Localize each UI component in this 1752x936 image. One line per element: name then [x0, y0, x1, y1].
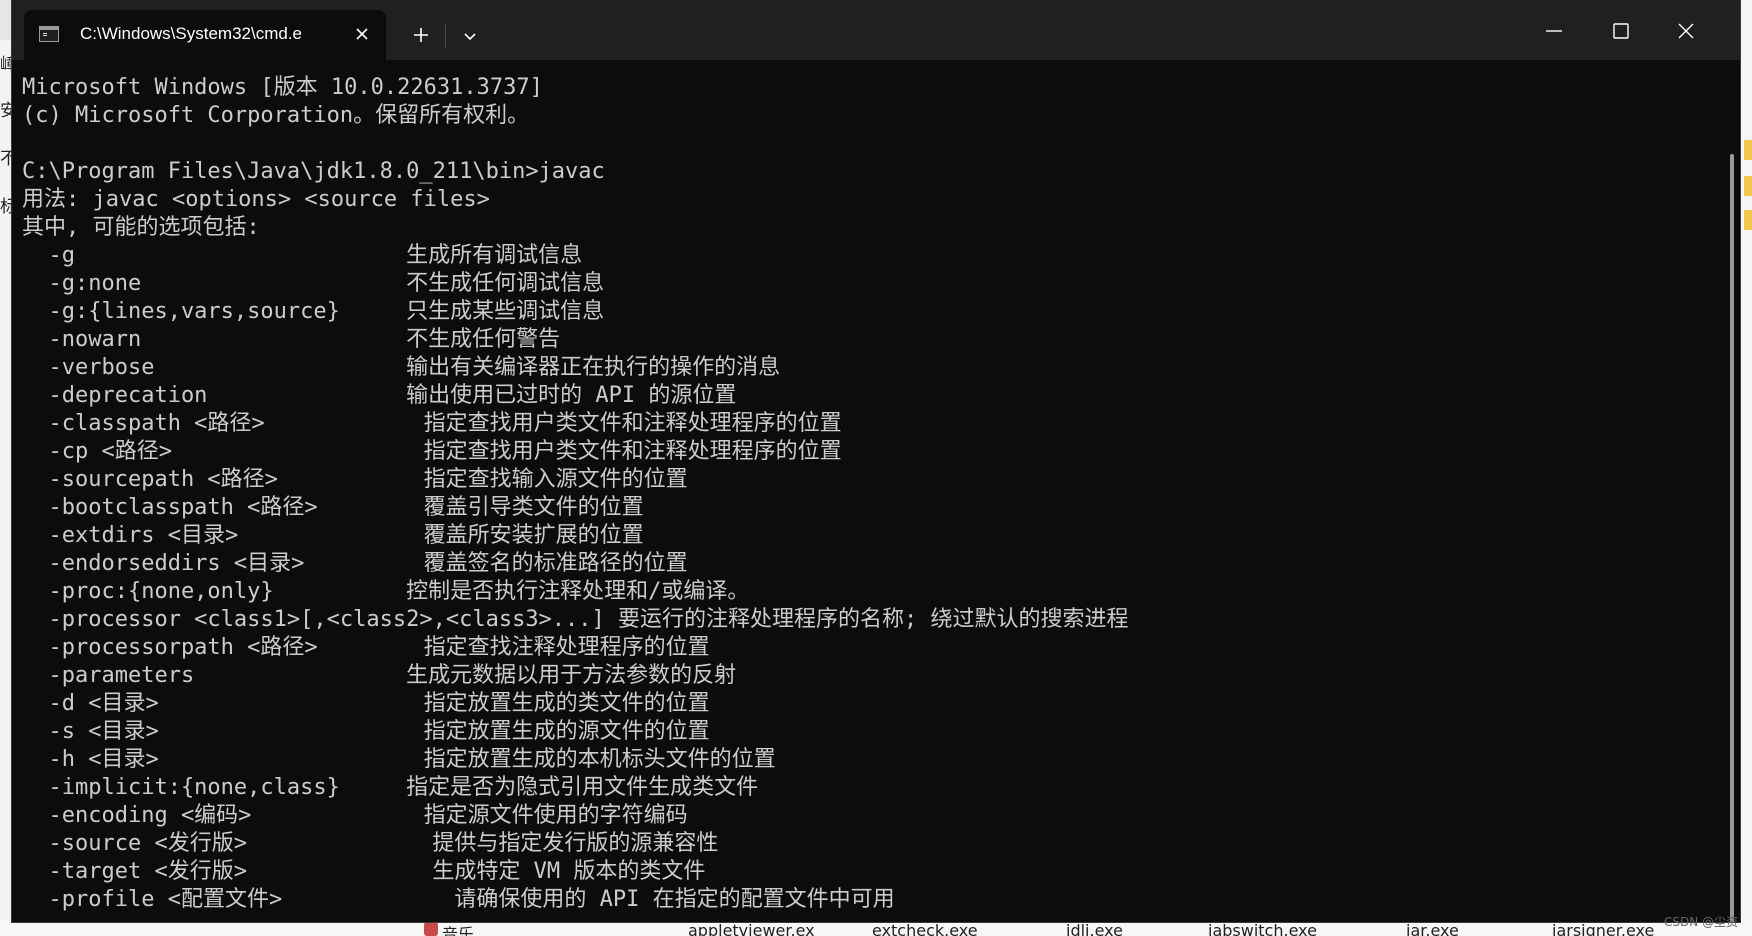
terminal-line: -g 生成所有调试信息: [22, 243, 583, 268]
file-item[interactable]: jarsigner.exe: [1552, 921, 1654, 936]
file-item[interactable]: jar.exe: [1406, 921, 1459, 936]
background-file-list: 音乐 appletviewer.ex extcheck.exe idlj.exe…: [0, 920, 1752, 936]
highlight-mark: [1744, 176, 1752, 196]
terminal-line: -implicit:{none,class} 指定是否为隐式引用文件生成类文件: [22, 775, 759, 800]
terminal-line: -h <目录> 指定放置生成的本机标头文件的位置: [22, 747, 776, 772]
maximize-icon: [1613, 23, 1629, 39]
tab-cmd[interactable]: C:\Windows\System32\cmd.e: [24, 10, 386, 60]
terminal-line: -g:{lines,vars,source} 只生成某些调试信息: [22, 299, 605, 324]
terminal-output[interactable]: Microsoft Windows [版本 10.0.22631.3737] (c…: [22, 74, 1712, 914]
tab-title: C:\Windows\System32\cmd.e: [80, 24, 303, 43]
minimize-button[interactable]: [1522, 8, 1586, 54]
terminal-line: -processor <class1>[,<class2>,<class3>..…: [22, 607, 1129, 632]
close-icon: [1678, 23, 1694, 39]
terminal-line: -g:none 不生成任何调试信息: [22, 271, 605, 296]
terminal-line: -deprecation 输出使用已过时的 API 的源位置: [22, 383, 737, 408]
highlight-mark: [1744, 140, 1752, 160]
terminal-line: -classpath <路径> 指定查找用户类文件和注释处理程序的位置: [22, 411, 842, 436]
highlight-mark: [1744, 210, 1752, 230]
terminal-line: -source <发行版> 提供与指定发行版的源兼容性: [22, 831, 719, 856]
title-bar[interactable]: C:\Windows\System32\cmd.e: [12, 0, 1740, 60]
desktop: 嶂 安 不 标 音乐 appletviewer.ex extcheck.exe …: [0, 0, 1752, 936]
tab-close-button[interactable]: [350, 22, 374, 46]
terminal-line: -extdirs <目录> 覆盖所安装扩展的位置: [22, 523, 644, 548]
terminal-line: -target <发行版> 生成特定 VM 版本的类文件: [22, 859, 706, 884]
tab-separator: [445, 23, 446, 49]
terminal-line: -sourcepath <路径> 指定查找输入源文件的位置: [22, 467, 688, 492]
close-icon: [356, 28, 368, 40]
scrollbar[interactable]: [1726, 60, 1736, 922]
background-window-right: [1738, 0, 1752, 936]
new-tab-button[interactable]: [406, 20, 436, 50]
music-folder-icon: [424, 922, 438, 936]
terminal-line: (c) Microsoft Corporation。保留所有权利。: [22, 103, 530, 128]
terminal-line: Microsoft Windows [版本 10.0.22631.3737]: [22, 75, 543, 100]
file-item[interactable]: extcheck.exe: [872, 921, 978, 936]
terminal-line: 用法: javac <options> <source files>: [22, 187, 490, 212]
terminal-line: 其中, 可能的选项包括:: [22, 215, 260, 240]
maximize-button[interactable]: [1588, 8, 1652, 54]
terminal-line: -encoding <编码> 指定源文件使用的字符编码: [22, 803, 688, 828]
file-item[interactable]: jabswitch.exe: [1208, 921, 1317, 936]
plus-icon: [414, 28, 428, 42]
terminal-line: -profile <配置文件> 请确保使用的 API 在指定的配置文件中可用: [22, 887, 895, 912]
terminal-line: -processorpath <路径> 指定查找注释处理程序的位置: [22, 635, 710, 660]
terminal-line: -bootclasspath <路径> 覆盖引导类文件的位置: [22, 495, 644, 520]
terminal-line: -cp <路径> 指定查找用户类文件和注释处理程序的位置: [22, 439, 842, 464]
chevron-down-icon: [464, 33, 476, 41]
terminal-line: -d <目录> 指定放置生成的类文件的位置: [22, 691, 710, 716]
file-item[interactable]: 音乐: [442, 921, 474, 936]
terminal-line: C:\Program Files\Java\jdk1.8.0_211\bin>j…: [22, 159, 605, 184]
terminal-line: -s <目录> 指定放置生成的源文件的位置: [22, 719, 710, 744]
close-window-button[interactable]: [1654, 8, 1718, 54]
scrollbar-thumb[interactable]: [1730, 154, 1734, 922]
file-item[interactable]: idlj.exe: [1066, 921, 1123, 936]
terminal-line: -nowarn 不生成任何警告: [22, 327, 561, 352]
terminal-line: -parameters 生成元数据以用于方法参数的反射: [22, 663, 737, 688]
file-item[interactable]: appletviewer.ex: [688, 921, 815, 936]
terminal-icon: [39, 26, 59, 42]
tab-dropdown-button[interactable]: [456, 22, 484, 50]
terminal-line: -proc:{none,only} 控制是否执行注释处理和/或编译。: [22, 579, 750, 604]
minimize-icon: [1546, 30, 1562, 32]
terminal-window: C:\Windows\System32\cmd.e Microsoft Wind…: [12, 0, 1740, 922]
terminal-line: -endorseddirs <目录> 覆盖签名的标准路径的位置: [22, 551, 688, 576]
watermark: CSDN @尘资: [1663, 915, 1738, 929]
terminal-line: -verbose 输出有关编译器正在执行的操作的消息: [22, 355, 781, 380]
